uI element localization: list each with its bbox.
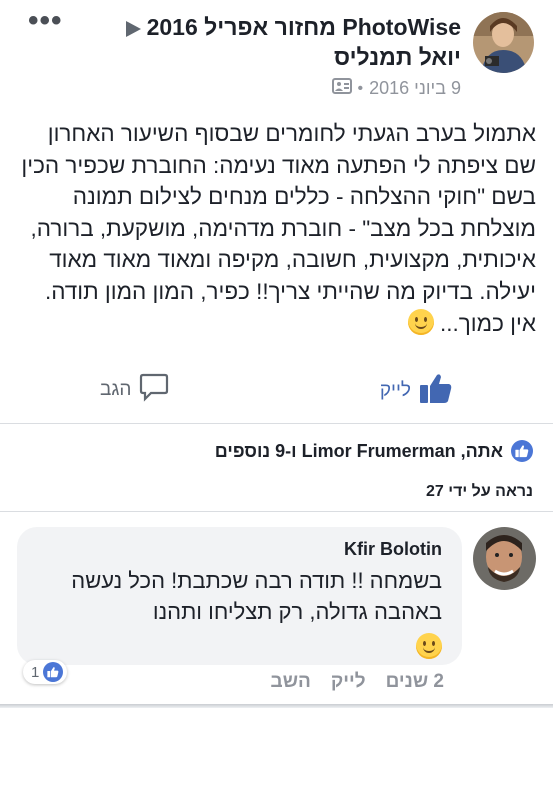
comment-button[interactable]: הגב [100,372,169,408]
post-body-text: אתמול בערב הגעתי לחומרים שבסוף השיעור הא… [21,121,536,336]
comment-time[interactable]: 2 שנים [386,671,444,693]
comment-icon [139,372,169,408]
comment-bubble: Kfir Bolotin בשמחה !! תודה רבה שכתבת! הכ… [17,527,462,665]
commenter-name[interactable]: Kfir Bolotin [344,539,442,560]
comment-like-button[interactable]: לייק [331,671,366,693]
facebook-post: ••• PhotoWise מחזור אפריל 2016 יואל תמנל… [0,0,553,706]
reactions-text: אתה, Limor Frumerman ו-9 נוספים [214,440,503,461]
arrow-icon [125,20,141,37]
thumbs-up-icon [419,372,453,410]
seen-count[interactable]: נראה על ידי 27 [426,483,533,501]
like-label: לייק [379,380,411,401]
comment-actions: 2 שנים לייק השב [271,671,444,693]
reactions-summary[interactable]: אתה, Limor Frumerman ו-9 נוספים [215,440,533,462]
post-bottom-edge [0,704,553,708]
like-button[interactable]: לייק [380,372,453,410]
comment-label: הגב [100,379,132,400]
smiley-emoji [416,633,442,659]
globe-audience-icon [331,78,352,99]
author-photo [473,12,534,73]
comment-reply-button[interactable]: השב [271,671,311,693]
post-meta: 9 ביוני 2016 • [331,78,461,99]
divider [0,423,553,424]
divider [0,511,553,512]
separator-dot: • [357,79,364,97]
post-body: אתמול בערב הגעתי לחומרים שבסוף השיעור הא… [15,118,536,339]
comment-like-number: 1 [31,663,40,681]
like-badge-icon [511,440,533,462]
comment-like-count[interactable]: 1 [23,660,68,684]
commenter-photo [473,527,536,590]
author-name[interactable]: יואל תמנליס [334,44,461,71]
comment-text: בשמחה !! תודה רבה שכתבת! הכל נעשה באהבה … [71,568,442,624]
more-options-icon[interactable]: ••• [28,6,63,36]
comment: Kfir Bolotin בשמחה !! תודה רבה שכתבת! הכ… [17,527,536,697]
post-date[interactable]: 9 ביוני 2016 [369,78,461,99]
smiley-emoji [407,308,434,335]
group-name[interactable]: PhotoWise מחזור אפריל 2016 [147,14,461,40]
comment-text-block: בשמחה !! תודה רבה שכתבת! הכל נעשה באהבה … [31,565,442,663]
post-actions: לייק הגב [0,360,553,416]
post-title[interactable]: PhotoWise מחזור אפריל 2016 [120,14,461,41]
like-badge-icon [43,662,64,682]
commenter-avatar[interactable] [473,527,536,590]
author-avatar[interactable] [473,12,534,73]
